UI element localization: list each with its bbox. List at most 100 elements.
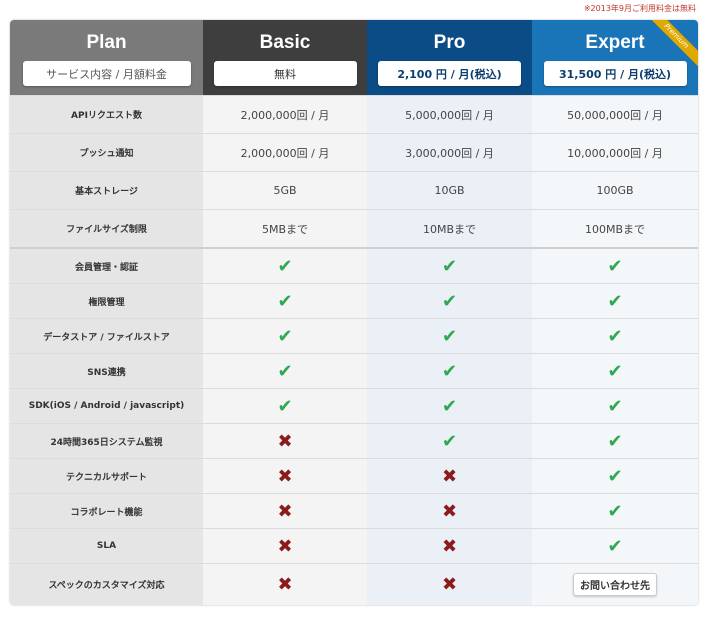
cell-expert: ✔ bbox=[532, 354, 698, 388]
header-expert: Premium Expert 31,500 円 / 月(税込) bbox=[532, 20, 698, 95]
cell-expert: ✔ bbox=[532, 459, 698, 493]
cell-pro: 5,000,000回 / 月 bbox=[367, 96, 532, 133]
row-label: 会員管理・認証 bbox=[10, 249, 203, 283]
check-icon: ✔ bbox=[277, 395, 293, 417]
cell-basic: ✖ bbox=[203, 459, 367, 493]
check-icon: ✔ bbox=[277, 290, 293, 312]
cell-basic: ✔ bbox=[203, 319, 367, 353]
premium-ribbon-label: Premium bbox=[648, 20, 698, 69]
header-plan: Plan サービス内容 / 月額料金 bbox=[10, 20, 203, 95]
check-icon: ✔ bbox=[607, 430, 623, 452]
cell-basic: ✔ bbox=[203, 389, 367, 423]
check-icon: ✔ bbox=[607, 500, 623, 522]
cell-pro: ✔ bbox=[367, 319, 532, 353]
row-label: 権限管理 bbox=[10, 284, 203, 318]
cell-basic: ✖ bbox=[203, 494, 367, 528]
cell-basic: ✔ bbox=[203, 354, 367, 388]
pricing-note: ※2013年9月ご利用料金は無料 bbox=[583, 4, 696, 13]
check-icon: ✔ bbox=[607, 255, 623, 277]
check-icon: ✔ bbox=[441, 325, 458, 347]
cross-icon: ✖ bbox=[277, 535, 293, 557]
cell-pro: ✔ bbox=[367, 354, 532, 388]
row-label: SDK(iOS / Android / javascript) bbox=[10, 389, 203, 423]
cell-expert: お問い合わせ先 bbox=[532, 564, 698, 605]
cell-pro: 3,000,000回 / 月 bbox=[367, 134, 532, 171]
header-basic: Basic 無料 bbox=[203, 20, 367, 95]
cross-icon: ✖ bbox=[277, 500, 293, 522]
cell-expert: ✔ bbox=[532, 494, 698, 528]
cell-basic: ✖ bbox=[203, 424, 367, 458]
quota-rows: APIリクエスト数 2,000,000回 / 月 5,000,000回 / 月 … bbox=[10, 95, 698, 247]
check-icon: ✔ bbox=[277, 325, 293, 347]
row-label: 基本ストレージ bbox=[10, 172, 203, 209]
check-icon: ✔ bbox=[441, 360, 458, 382]
cell-expert: 50,000,000回 / 月 bbox=[532, 96, 698, 133]
header-basic-title: Basic bbox=[259, 32, 311, 53]
cross-icon: ✖ bbox=[441, 535, 458, 557]
header-pro-price: 2,100 円 / 月(税込) bbox=[378, 61, 521, 86]
cross-icon: ✖ bbox=[277, 430, 293, 452]
cell-basic: 5GB bbox=[203, 172, 367, 209]
check-icon: ✔ bbox=[607, 325, 623, 347]
cell-pro: ✔ bbox=[367, 389, 532, 423]
cell-expert: 10,000,000回 / 月 bbox=[532, 134, 698, 171]
check-icon: ✔ bbox=[277, 255, 293, 277]
cross-icon: ✖ bbox=[441, 574, 458, 595]
check-icon: ✔ bbox=[441, 290, 458, 312]
cell-pro: ✖ bbox=[367, 494, 532, 528]
cell-expert: ✔ bbox=[532, 249, 698, 283]
cross-icon: ✖ bbox=[441, 465, 458, 487]
row-label: 24時間365日システム監視 bbox=[10, 424, 203, 458]
cell-pro: 10GB bbox=[367, 172, 532, 209]
table-row: テクニカルサポート ✖ ✖ ✔ bbox=[10, 458, 698, 493]
table-row: SDK(iOS / Android / javascript) ✔ ✔ ✔ bbox=[10, 388, 698, 423]
cell-basic: 2,000,000回 / 月 bbox=[203, 134, 367, 171]
check-icon: ✔ bbox=[607, 535, 623, 557]
table-row: ファイルサイズ制限 5MBまで 10MBまで 100MBまで bbox=[10, 209, 698, 247]
check-icon: ✔ bbox=[607, 465, 623, 487]
cell-basic: 5MBまで bbox=[203, 210, 367, 247]
cell-pro: ✖ bbox=[367, 564, 532, 605]
table-row: SLA ✖ ✖ ✔ bbox=[10, 528, 698, 563]
cell-expert: 100GB bbox=[532, 172, 698, 209]
header-plan-title: Plan bbox=[86, 32, 127, 53]
premium-ribbon: Premium bbox=[648, 20, 698, 70]
cross-icon: ✖ bbox=[441, 500, 458, 522]
table-row: SNS連携 ✔ ✔ ✔ bbox=[10, 353, 698, 388]
cell-basic: ✖ bbox=[203, 564, 367, 605]
row-label: APIリクエスト数 bbox=[10, 96, 203, 133]
cell-pro: ✔ bbox=[367, 284, 532, 318]
header-row: Plan サービス内容 / 月額料金 Basic 無料 Pro 2,100 円 … bbox=[10, 20, 698, 95]
cell-expert: ✔ bbox=[532, 284, 698, 318]
cell-pro: 10MBまで bbox=[367, 210, 532, 247]
table-row: データストア / ファイルストア ✔ ✔ ✔ bbox=[10, 318, 698, 353]
table-row: コラボレート機能 ✖ ✖ ✔ bbox=[10, 493, 698, 528]
cell-basic: 2,000,000回 / 月 bbox=[203, 96, 367, 133]
cell-pro: ✔ bbox=[367, 249, 532, 283]
contact-button[interactable]: お問い合わせ先 bbox=[573, 573, 657, 596]
cell-expert: ✔ bbox=[532, 424, 698, 458]
row-label: ファイルサイズ制限 bbox=[10, 210, 203, 247]
table-row: APIリクエスト数 2,000,000回 / 月 5,000,000回 / 月 … bbox=[10, 95, 698, 133]
cross-icon: ✖ bbox=[277, 465, 293, 487]
table-row: 権限管理 ✔ ✔ ✔ bbox=[10, 283, 698, 318]
cell-basic: ✔ bbox=[203, 284, 367, 318]
cell-basic: ✖ bbox=[203, 529, 367, 563]
table-row: プッシュ通知 2,000,000回 / 月 3,000,000回 / 月 10,… bbox=[10, 133, 698, 171]
header-plan-subtitle: サービス内容 / 月額料金 bbox=[22, 61, 191, 86]
table-row: 24時間365日システム監視 ✖ ✔ ✔ bbox=[10, 423, 698, 458]
cell-pro: ✖ bbox=[367, 459, 532, 493]
header-basic-price: 無料 bbox=[213, 61, 357, 86]
cell-expert: ✔ bbox=[532, 319, 698, 353]
cross-icon: ✖ bbox=[277, 574, 293, 595]
cell-expert: ✔ bbox=[532, 529, 698, 563]
row-label: SLA bbox=[10, 529, 203, 563]
cell-expert: 100MBまで bbox=[532, 210, 698, 247]
header-expert-title: Expert bbox=[585, 32, 645, 53]
header-pro: Pro 2,100 円 / 月(税込) bbox=[367, 20, 532, 95]
header-pro-title: Pro bbox=[433, 32, 466, 53]
check-icon: ✔ bbox=[607, 290, 623, 312]
row-label: コラボレート機能 bbox=[10, 494, 203, 528]
check-icon: ✔ bbox=[441, 430, 458, 452]
cell-basic: ✔ bbox=[203, 249, 367, 283]
